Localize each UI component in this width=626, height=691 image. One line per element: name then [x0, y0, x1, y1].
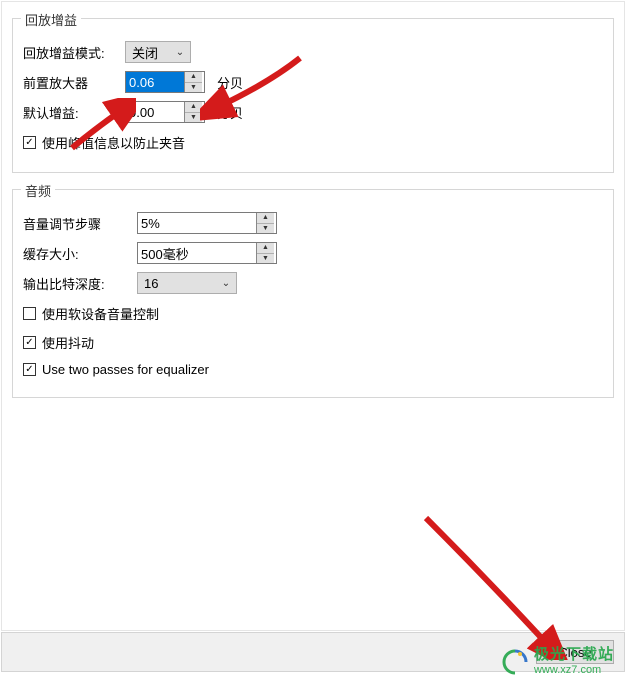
- checkbox-softvol[interactable]: [23, 307, 36, 320]
- label-twopass: Use two passes for equalizer: [42, 362, 209, 377]
- spin-up-icon[interactable]: ▲: [185, 102, 202, 113]
- input-volstep[interactable]: [138, 213, 256, 233]
- combo-replay-mode-value: 关闭: [132, 43, 158, 62]
- spinner-preamp[interactable]: ▲ ▼: [125, 71, 205, 93]
- spinner-default-gain[interactable]: ▲ ▼: [125, 101, 205, 123]
- spin-down-icon[interactable]: ▼: [257, 254, 274, 264]
- spin-down-icon[interactable]: ▼: [257, 224, 274, 234]
- spin-up-icon[interactable]: ▲: [185, 72, 202, 83]
- label-volstep: 音量调节步骤: [23, 214, 129, 233]
- combo-bitdepth-value: 16: [144, 276, 158, 291]
- spin-down-icon[interactable]: ▼: [185, 83, 202, 93]
- input-default-gain[interactable]: [126, 102, 184, 122]
- group-replay-legend: 回放增益: [21, 10, 81, 29]
- label-peak: 使用峰值信息以防止夹音: [42, 133, 185, 152]
- label-buffer: 缓存大小:: [23, 244, 129, 263]
- close-button[interactable]: Close: [536, 640, 614, 664]
- chevron-down-icon: ⌄: [172, 47, 188, 58]
- label-bitdepth: 输出比特深度:: [23, 274, 129, 293]
- checkbox-dither[interactable]: ✓: [23, 336, 36, 349]
- group-audio-legend: 音频: [21, 181, 55, 200]
- combo-bitdepth[interactable]: 16 ⌄: [137, 272, 237, 294]
- spin-up-icon[interactable]: ▲: [257, 243, 274, 254]
- spin-up-icon[interactable]: ▲: [257, 213, 274, 224]
- button-bar: Close: [1, 632, 625, 672]
- combo-replay-mode[interactable]: 关闭 ⌄: [125, 41, 191, 63]
- spin-down-icon[interactable]: ▼: [185, 113, 202, 123]
- label-default-gain-unit: 分贝: [217, 103, 243, 122]
- label-dither: 使用抖动: [42, 333, 94, 352]
- chevron-down-icon: ⌄: [218, 278, 234, 289]
- group-replay-gain: 回放增益 回放增益模式: 关闭 ⌄ 前置放大器 ▲ ▼ 分贝 默认增益:: [12, 18, 614, 173]
- group-audio: 音频 音量调节步骤 ▲ ▼ 缓存大小: ▲ ▼ 输出比特深度:: [12, 189, 614, 398]
- label-preamp: 前置放大器: [23, 73, 117, 92]
- label-softvol: 使用软设备音量控制: [42, 304, 159, 323]
- input-buffer[interactable]: [138, 243, 256, 263]
- spinner-volstep[interactable]: ▲ ▼: [137, 212, 277, 234]
- input-preamp[interactable]: [126, 72, 184, 92]
- checkbox-peak[interactable]: ✓: [23, 136, 36, 149]
- label-replay-mode: 回放增益模式:: [23, 43, 117, 62]
- label-preamp-unit: 分贝: [217, 73, 243, 92]
- spinner-buffer[interactable]: ▲ ▼: [137, 242, 277, 264]
- label-default-gain: 默认增益:: [23, 103, 117, 122]
- checkbox-twopass[interactable]: ✓: [23, 363, 36, 376]
